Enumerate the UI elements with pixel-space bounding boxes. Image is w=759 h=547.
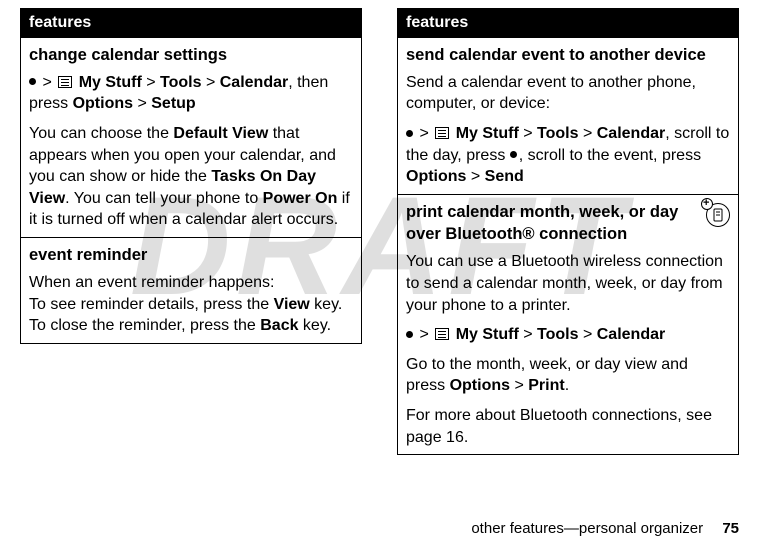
intro: You can use a Bluetooth wireless connect… (406, 251, 730, 316)
menu-icon (58, 76, 72, 88)
center-key-icon (29, 78, 36, 85)
t: , scroll to the event, press (519, 147, 701, 164)
change-calendar-cell: change calendar settings > My Stuff > To… (21, 37, 362, 237)
reminder-line1: When an event reminder happens: (29, 272, 353, 294)
page-number: 75 (722, 520, 739, 537)
path-setup: Setup (151, 95, 195, 112)
path-mystuff: My Stuff (456, 326, 519, 343)
table-header: features (21, 9, 362, 38)
nav-path: > My Stuff > Tools > Calendar, scroll to… (406, 123, 730, 188)
path-calendar: Calendar (597, 326, 665, 343)
footer-text: other features—personal organizer (471, 520, 703, 537)
reminder-line3: To close the reminder, press the Back ke… (29, 315, 353, 337)
nav-path: > My Stuff > Tools > Calendar (406, 324, 730, 346)
table-row: event reminder When an event reminder ha… (21, 238, 362, 344)
center-key-icon (510, 151, 517, 158)
path-calendar: Calendar (220, 74, 288, 91)
table-header-row: features (398, 9, 739, 38)
section-title: send calendar event to another device (406, 44, 730, 66)
reminder-line2: To see reminder details, press the View … (29, 294, 353, 316)
table-row: change calendar settings > My Stuff > To… (21, 37, 362, 237)
path-tools: Tools (160, 74, 201, 91)
table-header-row: features (21, 9, 362, 38)
path-tools: Tools (537, 326, 578, 343)
intro: Send a calendar event to another phone, … (406, 72, 730, 115)
section-title: print calendar month, week, or day over … (406, 201, 730, 246)
table-row: print calendar month, week, or day over … (398, 194, 739, 454)
description: You can choose the Default View that app… (29, 123, 353, 231)
default-view-label: Default View (173, 125, 268, 142)
back-key: Back (260, 317, 298, 334)
path-mystuff: My Stuff (456, 125, 519, 142)
nav-path: > My Stuff > Tools > Calendar, then pres… (29, 72, 353, 115)
print-label: Print (528, 377, 564, 394)
table-header: features (398, 9, 739, 38)
left-table: features change calendar settings > My S… (20, 8, 362, 344)
path-calendar: Calendar (597, 125, 665, 142)
bluetooth-badge-icon (706, 203, 730, 227)
left-column: features change calendar settings > My S… (20, 8, 362, 455)
t: key. (298, 317, 331, 334)
event-reminder-cell: event reminder When an event reminder ha… (21, 238, 362, 344)
path-mystuff: My Stuff (79, 74, 142, 91)
poweron-label: Power On (263, 190, 338, 207)
menu-icon (435, 328, 449, 340)
t: key. (310, 296, 343, 313)
path-options: Options (73, 95, 133, 112)
t: You can choose the (29, 125, 173, 142)
section-title: change calendar settings (29, 44, 353, 66)
view-key: View (274, 296, 310, 313)
page-footer: other features—personal organizer 75 (471, 520, 739, 537)
path-send: Send (485, 168, 524, 185)
send-event-cell: send calendar event to another device Se… (398, 37, 739, 194)
table-row: send calendar event to another device Se… (398, 37, 739, 194)
right-column: features send calendar event to another … (397, 8, 739, 455)
right-table: features send calendar event to another … (397, 8, 739, 455)
t: To close the reminder, press the (29, 317, 260, 334)
options-label: Options (450, 377, 510, 394)
print-bluetooth-cell: print calendar month, week, or day over … (398, 194, 739, 454)
more-info: For more about Bluetooth connections, se… (406, 405, 730, 448)
path-options: Options (406, 168, 466, 185)
menu-icon (435, 127, 449, 139)
t: To see reminder details, press the (29, 296, 274, 313)
path-tools: Tools (537, 125, 578, 142)
center-key-icon (406, 331, 413, 338)
content-columns: features change calendar settings > My S… (0, 0, 759, 455)
center-key-icon (406, 130, 413, 137)
desc: Go to the month, week, or day view and p… (406, 354, 730, 397)
section-title: event reminder (29, 244, 353, 266)
t: . You can tell your phone to (65, 190, 262, 207)
